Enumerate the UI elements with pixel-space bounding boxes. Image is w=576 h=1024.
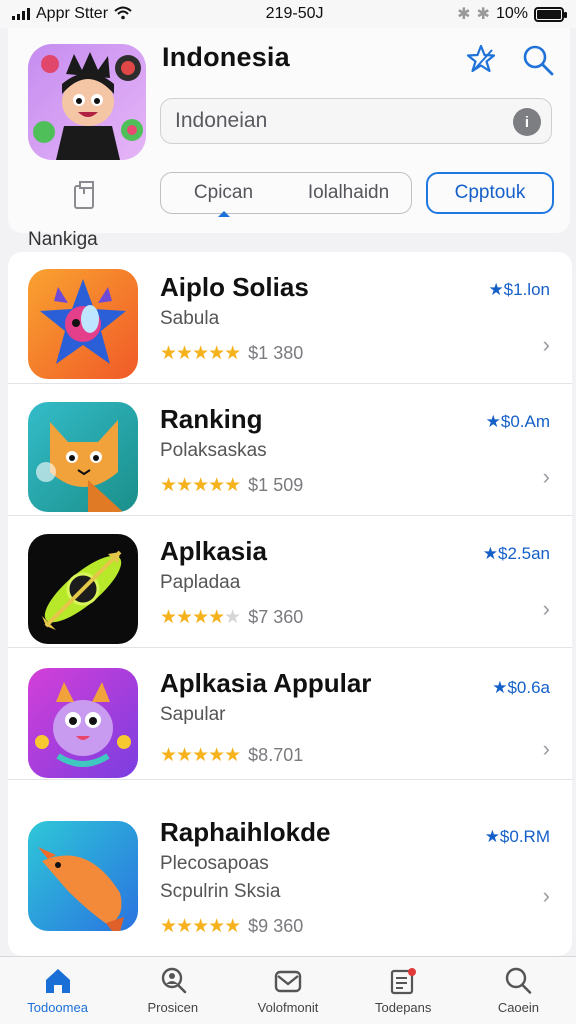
- app-subtitle: Sapular: [160, 704, 226, 725]
- tab-home[interactable]: Todoomea: [0, 957, 115, 1024]
- app-tag: ★$0.RM: [484, 827, 550, 846]
- app-subtitle: Polaksaskas: [160, 440, 267, 461]
- app-price: $8.701: [248, 745, 304, 765]
- star-creature-icon: [28, 269, 138, 379]
- app-list: Aiplo Solias Sabula ★★★★★ $1 380 ★$1.lon…: [8, 252, 572, 956]
- mail-icon: [274, 970, 302, 993]
- tab-label: Todoomea: [27, 1000, 88, 1015]
- rating-stars: ★★★★★: [160, 475, 241, 496]
- header-card: Indonesia Indoneian i Cpican Iolalhaidn …: [8, 28, 570, 233]
- rating-stars: ★★★★★: [160, 343, 241, 364]
- app-name: Raphaihlokde: [160, 817, 331, 847]
- rating: ★★★★★ $7 360: [160, 606, 303, 629]
- tab-bar: Todoomea Prosicen Volofmonit Todepans Ca…: [0, 956, 576, 1024]
- app-name: Aplkasia: [160, 536, 267, 566]
- cat-icon: [28, 402, 138, 512]
- status-right: ✱ ✱ 10%: [457, 4, 567, 24]
- app-name: Aiplo Solias: [160, 272, 309, 302]
- tab-mail[interactable]: Volofmonit: [230, 957, 345, 1024]
- search-input[interactable]: Indoneian i: [160, 98, 552, 144]
- segment-1[interactable]: Iolalhaidn: [286, 182, 411, 204]
- tab-search[interactable]: Caoein: [461, 957, 576, 1024]
- chevron-right-icon: ›: [542, 736, 550, 761]
- chevron-right-icon: ›: [542, 464, 550, 489]
- carrier-label: Appr Stter: [36, 5, 109, 22]
- wifi-icon: [114, 6, 132, 23]
- segmented-control: Cpican Iolalhaidn: [160, 172, 412, 217]
- tab-documents[interactable]: Todepans: [346, 957, 461, 1024]
- signal-icon: [12, 8, 30, 20]
- app-subtitle: Plecosapoas: [160, 853, 269, 874]
- app-price: $1 380: [248, 343, 304, 363]
- chevron-right-icon: ›: [542, 332, 550, 357]
- app-name: Aplkasia Appular: [160, 668, 372, 698]
- search-icon[interactable]: [520, 42, 556, 78]
- rating: ★★★★★ $1 509: [160, 474, 303, 497]
- app-tag: ★$0.6a: [492, 678, 550, 697]
- chevron-right-icon: ›: [542, 883, 550, 908]
- app-subtitle-secondary: Scpulrin Sksia: [160, 881, 281, 902]
- app-price: $7 360: [248, 607, 304, 627]
- app-tag: ★$2.5an: [482, 544, 550, 563]
- list-item[interactable]: Raphaihlokde Plecosapoas Scpulrin Sksia …: [8, 797, 572, 956]
- list-item[interactable]: Ranking Polaksaskas ★★★★★ $1 509 ★$0.Am …: [8, 384, 572, 516]
- rating: ★★★★★ $9 360: [160, 915, 303, 938]
- tab-label: Volofmonit: [257, 1000, 319, 1015]
- list-item[interactable]: Aplkasia Papladaa ★★★★★ $7 360 ★$2.5an ›: [8, 516, 572, 648]
- rating-stars: ★★★★★: [160, 607, 241, 628]
- page-title: Indonesia: [162, 42, 290, 72]
- segment-0[interactable]: Cpican: [161, 182, 286, 217]
- app-subtitle: Sabula: [160, 308, 220, 329]
- list-item[interactable]: Aplkasia Appular Sapular ★★★★★ $8.701 ★$…: [8, 648, 572, 780]
- document-badge-icon: [391, 968, 417, 995]
- rating-stars: ★★★★★: [160, 916, 241, 937]
- list-item[interactable]: Aiplo Solias Sabula ★★★★★ $1 380 ★$1.lon…: [8, 252, 572, 384]
- status-bar: Appr Stter 219-50J ✱ ✱ 10%: [0, 0, 576, 28]
- section-label: Nankiga: [28, 229, 98, 250]
- app-name: Ranking: [160, 404, 263, 434]
- search-input-value: Indoneian: [175, 109, 268, 132]
- rating: ★★★★★ $1 380: [160, 342, 303, 365]
- tab-label: Caoein: [497, 1000, 540, 1015]
- tab-label: Todepans: [375, 1000, 432, 1015]
- search-icon: [506, 967, 532, 994]
- battery-icon: [533, 6, 567, 22]
- app-subtitle: Papladaa: [160, 572, 241, 593]
- battery-label: 10%: [495, 5, 528, 22]
- app-price: $1 509: [248, 475, 304, 495]
- rating-stars: ★★★★★: [160, 745, 241, 766]
- app-tag: ★$1.lon: [488, 280, 550, 299]
- app-price: $9 360: [248, 916, 304, 936]
- option-button[interactable]: Cpptouk: [426, 172, 554, 214]
- fish-icon: [28, 821, 138, 931]
- tab-label: Prosicen: [147, 1000, 199, 1015]
- app-tag: ★$0.Am: [485, 412, 550, 431]
- rating: ★★★★★ $8.701: [160, 744, 303, 767]
- document-icon[interactable]: [70, 180, 100, 215]
- favorite-star-icon[interactable]: [464, 42, 498, 76]
- tab-search-person[interactable]: Prosicen: [115, 957, 230, 1024]
- search-person-icon: [161, 967, 187, 994]
- info-icon[interactable]: i: [513, 108, 541, 136]
- chevron-right-icon: ›: [542, 596, 550, 621]
- bluetooth-icon-2: ✱: [476, 6, 490, 23]
- bluetooth-icon: ✱: [457, 6, 471, 23]
- home-icon: [45, 969, 70, 993]
- status-left: Appr Stter: [12, 5, 132, 23]
- owl-creature-icon: [28, 668, 138, 778]
- status-time: 219-50J: [265, 5, 324, 22]
- featured-app-icon[interactable]: [28, 44, 146, 160]
- arrow-disc-icon: [28, 534, 138, 644]
